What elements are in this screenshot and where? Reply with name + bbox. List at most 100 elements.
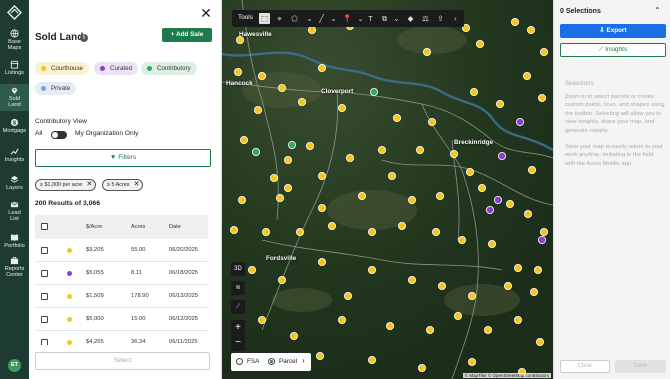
- sale-marker[interactable]: [415, 145, 424, 154]
- eraser-tool-icon[interactable]: ◆: [405, 13, 416, 24]
- sale-marker[interactable]: [251, 147, 260, 156]
- row-checkbox[interactable]: [41, 316, 48, 323]
- sale-marker[interactable]: [367, 227, 376, 236]
- sale-marker[interactable]: [437, 281, 446, 290]
- sale-marker[interactable]: [422, 48, 431, 57]
- sale-marker[interactable]: [537, 235, 546, 244]
- sale-marker[interactable]: [318, 203, 327, 212]
- sale-marker[interactable]: [306, 141, 315, 150]
- sale-marker[interactable]: [296, 227, 305, 236]
- insights-button[interactable]: ⟋ Insights: [560, 43, 666, 57]
- sale-marker[interactable]: [316, 351, 325, 360]
- sale-marker[interactable]: [237, 195, 246, 204]
- sale-marker[interactable]: [239, 135, 248, 144]
- chevron-down-icon[interactable]: ⌄: [304, 13, 315, 24]
- table-row[interactable]: $1,509 178.90 06/13/2025: [35, 285, 208, 308]
- sale-marker[interactable]: [497, 151, 506, 160]
- sale-marker[interactable]: [539, 48, 548, 57]
- table-row[interactable]: $4,265 36.34 06/11/2025: [35, 331, 208, 345]
- nav-item-portfolio[interactable]: Portfolio: [0, 233, 29, 253]
- polygon-tool-icon[interactable]: ⬠: [289, 13, 300, 24]
- sale-marker[interactable]: [288, 140, 297, 149]
- sale-marker[interactable]: [417, 363, 426, 372]
- acres-logo-icon[interactable]: [7, 5, 22, 20]
- close-icon[interactable]: ✕: [199, 6, 213, 20]
- sale-marker[interactable]: [523, 209, 532, 218]
- chip-curated[interactable]: Curated: [94, 62, 139, 75]
- filter-chip-price[interactable]: ≥ $1,000 per acre ✕: [35, 179, 97, 191]
- sale-marker[interactable]: [487, 239, 496, 248]
- sale-marker[interactable]: [533, 265, 542, 274]
- sale-marker[interactable]: [503, 281, 512, 290]
- chevron-up-icon[interactable]: ⌃: [654, 6, 661, 15]
- chip-contributory[interactable]: Contributory: [141, 62, 197, 75]
- add-sale-button[interactable]: + Add Sale: [162, 28, 212, 42]
- map-canvas[interactable]: Hawesville Cloverport Hancock Breckinrid…: [222, 0, 553, 379]
- sale-marker[interactable]: [527, 165, 536, 174]
- sale-marker[interactable]: [318, 64, 327, 73]
- sale-marker[interactable]: [346, 153, 355, 162]
- sale-marker[interactable]: [407, 275, 416, 284]
- sale-marker[interactable]: [278, 275, 287, 284]
- info-icon[interactable]: i: [80, 34, 88, 42]
- sale-marker[interactable]: [377, 145, 386, 154]
- column-header-date[interactable]: Date: [169, 224, 181, 230]
- sale-marker[interactable]: [392, 114, 401, 123]
- chevron-right-icon[interactable]: ›: [302, 356, 305, 365]
- zoom-in-button[interactable]: +: [231, 320, 245, 335]
- nav-item-mortgage[interactable]: $ Mortgage: [0, 118, 29, 138]
- remove-filter-icon[interactable]: ✕: [134, 180, 140, 190]
- sale-marker[interactable]: [344, 291, 353, 300]
- sale-marker[interactable]: [513, 263, 522, 272]
- sale-marker[interactable]: [357, 191, 366, 200]
- sale-marker[interactable]: [485, 205, 494, 214]
- sale-marker[interactable]: [495, 100, 504, 109]
- sale-marker[interactable]: [535, 337, 544, 346]
- sale-marker[interactable]: [284, 183, 293, 192]
- sale-marker[interactable]: [258, 72, 267, 81]
- nav-item-lead-list[interactable]: Lead List: [0, 200, 29, 225]
- sale-marker[interactable]: [262, 227, 271, 236]
- sale-marker[interactable]: [505, 199, 514, 208]
- sale-marker[interactable]: [522, 72, 531, 81]
- remove-filter-icon[interactable]: ✕: [86, 180, 92, 190]
- column-header-price[interactable]: $/Acre: [86, 224, 102, 230]
- select-button[interactable]: Select: [35, 352, 210, 370]
- export-button[interactable]: ⇩ Export: [560, 24, 666, 38]
- sale-marker[interactable]: [367, 265, 376, 274]
- save-button[interactable]: Save: [615, 360, 666, 373]
- sale-marker[interactable]: [539, 227, 548, 236]
- table-row[interactable]: $5,055 8.11 06/18/2025: [35, 262, 208, 285]
- sale-marker[interactable]: [258, 315, 267, 324]
- sale-marker[interactable]: [431, 227, 440, 236]
- sale-marker[interactable]: [284, 155, 293, 164]
- sale-marker[interactable]: [385, 321, 394, 330]
- sale-marker[interactable]: [407, 195, 416, 204]
- sale-marker[interactable]: [537, 94, 546, 103]
- sale-marker[interactable]: [278, 84, 287, 93]
- sale-marker[interactable]: [493, 195, 502, 204]
- sale-marker[interactable]: [467, 357, 476, 366]
- sale-marker[interactable]: [298, 98, 307, 107]
- filter-chip-acres[interactable]: ≥ 5 Acres ✕: [102, 179, 144, 191]
- sale-marker[interactable]: [247, 265, 256, 274]
- row-checkbox[interactable]: [41, 270, 48, 277]
- sale-marker[interactable]: [453, 311, 462, 320]
- collapse-toolbar-icon[interactable]: ‹: [450, 13, 461, 24]
- chevron-down-icon[interactable]: ⌄: [391, 13, 402, 24]
- nav-item-insights[interactable]: Insights: [0, 147, 29, 167]
- sale-marker[interactable]: [477, 183, 486, 192]
- pin-tool-icon[interactable]: 📍: [342, 13, 353, 24]
- shapes-tool-icon[interactable]: ⧉: [379, 13, 390, 24]
- sale-marker[interactable]: [290, 331, 299, 340]
- clear-button[interactable]: Clear: [560, 360, 610, 373]
- select-cursor-tool-icon[interactable]: ⬚: [259, 13, 270, 24]
- chip-private[interactable]: Private: [35, 82, 77, 95]
- nav-item-listings[interactable]: Listings: [0, 60, 29, 80]
- text-tool-icon[interactable]: T: [365, 13, 376, 24]
- select-all-checkbox[interactable]: [41, 223, 48, 230]
- nav-item-reports-center[interactable]: Reports Center: [0, 256, 29, 281]
- sale-marker[interactable]: [235, 36, 244, 45]
- sale-marker[interactable]: [254, 106, 263, 115]
- parcel-radio[interactable]: [268, 358, 275, 365]
